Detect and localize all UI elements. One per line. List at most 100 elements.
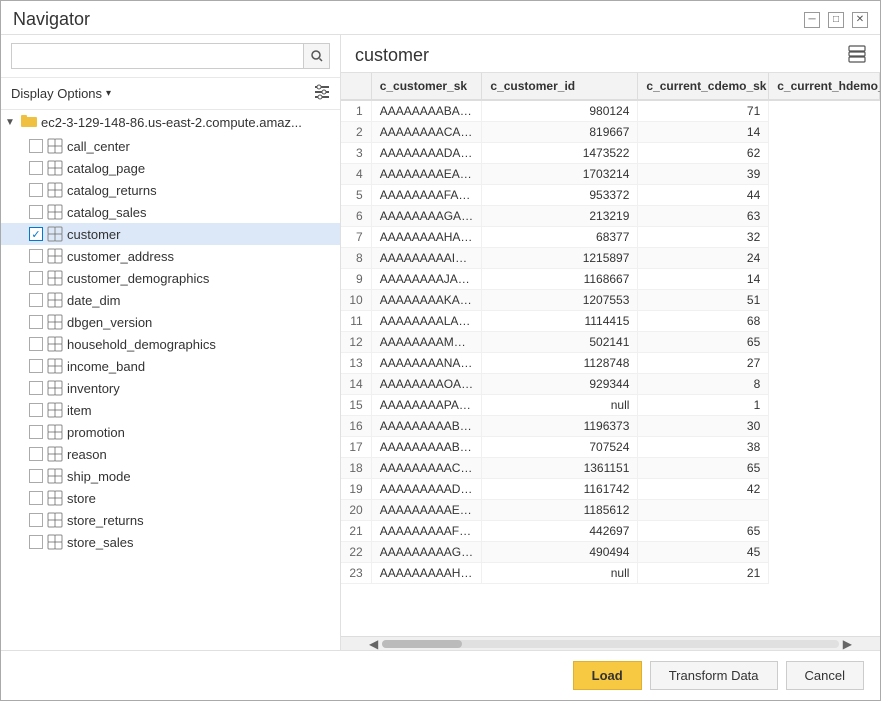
table-row: 7AAAAAAAAHAAAAAAA6837732	[341, 227, 880, 248]
tree-items: call_center catalog_page catalog_returns…	[1, 135, 340, 553]
close-button[interactable]: ✕	[852, 12, 868, 28]
table-cell: 213219	[482, 206, 638, 227]
content-area: Display Options ▾	[1, 35, 880, 650]
tree-item-customer_demographics[interactable]: customer_demographics	[1, 267, 340, 289]
table-row: 4AAAAAAAAEAAAAAAA170321439	[341, 164, 880, 185]
checkbox-call_center[interactable]	[29, 139, 43, 153]
table-cell: 38	[638, 437, 769, 458]
checkbox-ship_mode[interactable]	[29, 469, 43, 483]
table-cell: 14	[638, 269, 769, 290]
transform-data-button[interactable]: Transform Data	[650, 661, 778, 690]
maximize-button[interactable]: □	[828, 12, 844, 28]
table-header-row: c_customer_sk c_customer_id c_current_cd…	[341, 73, 880, 100]
table-row: 15AAAAAAAAPAAAAAAAnull1	[341, 395, 880, 416]
table-cell: 51	[638, 290, 769, 311]
checkbox-reason[interactable]	[29, 447, 43, 461]
data-table-wrapper[interactable]: c_customer_sk c_customer_id c_current_cd…	[341, 73, 880, 636]
tree-item-store_sales[interactable]: store_sales	[1, 531, 340, 553]
options-icon	[314, 84, 330, 100]
tree-item-customer[interactable]: customer	[1, 223, 340, 245]
table-cell: 1	[341, 100, 371, 122]
search-button[interactable]	[304, 43, 330, 69]
table-cell: 980124	[482, 100, 638, 122]
table-cell: 1128748	[482, 353, 638, 374]
table-icon-customer	[47, 226, 63, 242]
table-cell: 8	[638, 374, 769, 395]
checkbox-dbgen_version[interactable]	[29, 315, 43, 329]
scroll-right-arrow[interactable]: ▶	[839, 637, 856, 651]
tree-item-income_band[interactable]: income_band	[1, 355, 340, 377]
checkbox-customer_demographics[interactable]	[29, 271, 43, 285]
scrollbar-track[interactable]	[382, 640, 839, 648]
tree-item-catalog_sales[interactable]: catalog_sales	[1, 201, 340, 223]
table-row: 6AAAAAAAAGAAAAAAA21321963	[341, 206, 880, 227]
checkbox-catalog_page[interactable]	[29, 161, 43, 175]
checkbox-promotion[interactable]	[29, 425, 43, 439]
data-view-icon-button[interactable]	[848, 45, 866, 66]
checkbox-customer[interactable]	[29, 227, 43, 241]
tree-item-customer_address[interactable]: customer_address	[1, 245, 340, 267]
tree-item-call_center[interactable]: call_center	[1, 135, 340, 157]
table-cell: 44	[638, 185, 769, 206]
checkbox-store[interactable]	[29, 491, 43, 505]
tree-root-label: ec2-3-129-148-86.us-east-2.compute.amaz.…	[41, 115, 302, 130]
table-cell: AAAAAAAACAAAAAAA	[371, 122, 482, 143]
minimize-button[interactable]: ─	[804, 12, 820, 28]
table-cell: AAAAAAAAADBAAAAAA	[371, 479, 482, 500]
tree-item-label-call_center: call_center	[67, 139, 130, 154]
checkbox-store_sales[interactable]	[29, 535, 43, 549]
table-cell: 3	[341, 143, 371, 164]
table-cell: 17	[341, 437, 371, 458]
table-icon-income_band	[47, 358, 63, 374]
display-options-toggle[interactable]: Display Options ▾	[11, 86, 111, 101]
search-bar	[1, 35, 340, 78]
table-cell: AAAAAAAAAHBAAAAAA	[371, 563, 482, 584]
tree-item-label-catalog_returns: catalog_returns	[67, 183, 157, 198]
scroll-left-arrow[interactable]: ◀	[365, 637, 382, 651]
table-cell: 9	[341, 269, 371, 290]
tree-item-household_demographics[interactable]: household_demographics	[1, 333, 340, 355]
tree-item-reason[interactable]: reason	[1, 443, 340, 465]
checkbox-household_demographics[interactable]	[29, 337, 43, 351]
tree-item-dbgen_version[interactable]: dbgen_version	[1, 311, 340, 333]
tree-root[interactable]: ▼ ec2-3-129-148-86.us-east-2.compute.ama…	[1, 110, 340, 135]
table-cell: 42	[638, 479, 769, 500]
checkbox-date_dim[interactable]	[29, 293, 43, 307]
tree-item-catalog_page[interactable]: catalog_page	[1, 157, 340, 179]
tree-item-catalog_returns[interactable]: catalog_returns	[1, 179, 340, 201]
tree-item-date_dim[interactable]: date_dim	[1, 289, 340, 311]
table-cell: 1215897	[482, 248, 638, 269]
table-cell: null	[482, 395, 638, 416]
scrollbar-thumb[interactable]	[382, 640, 462, 648]
table-cell: 8	[341, 248, 371, 269]
tree-item-label-customer_demographics: customer_demographics	[67, 271, 209, 286]
table-cell	[638, 500, 769, 521]
tree-item-item[interactable]: item	[1, 399, 340, 421]
table-row: 22AAAAAAAAAGBAAAAAA49049445	[341, 542, 880, 563]
checkbox-catalog_sales[interactable]	[29, 205, 43, 219]
table-cell: 39	[638, 164, 769, 185]
display-options-button[interactable]	[314, 84, 330, 103]
checkbox-item[interactable]	[29, 403, 43, 417]
table-cell: AAAAAAAAEAAAAAAA	[371, 164, 482, 185]
table-cell: 32	[638, 227, 769, 248]
horizontal-scrollbar[interactable]: ◀ ▶	[341, 636, 880, 650]
table-cell: AAAAAAAAACBAAAAAAA	[371, 458, 482, 479]
col-row-num	[341, 73, 371, 100]
checkbox-inventory[interactable]	[29, 381, 43, 395]
checkbox-store_returns[interactable]	[29, 513, 43, 527]
tree-item-ship_mode[interactable]: ship_mode	[1, 465, 340, 487]
checkbox-catalog_returns[interactable]	[29, 183, 43, 197]
tree-item-store_returns[interactable]: store_returns	[1, 509, 340, 531]
tree-item-promotion[interactable]: promotion	[1, 421, 340, 443]
tree-item-store[interactable]: store	[1, 487, 340, 509]
tree-container[interactable]: ▼ ec2-3-129-148-86.us-east-2.compute.ama…	[1, 110, 340, 650]
table-cell: AAAAAAAAAFBAAAAAA	[371, 521, 482, 542]
checkbox-income_band[interactable]	[29, 359, 43, 373]
table-cell: 707524	[482, 437, 638, 458]
tree-item-inventory[interactable]: inventory	[1, 377, 340, 399]
cancel-button[interactable]: Cancel	[786, 661, 864, 690]
search-input[interactable]	[11, 43, 304, 69]
checkbox-customer_address[interactable]	[29, 249, 43, 263]
load-button[interactable]: Load	[573, 661, 642, 690]
